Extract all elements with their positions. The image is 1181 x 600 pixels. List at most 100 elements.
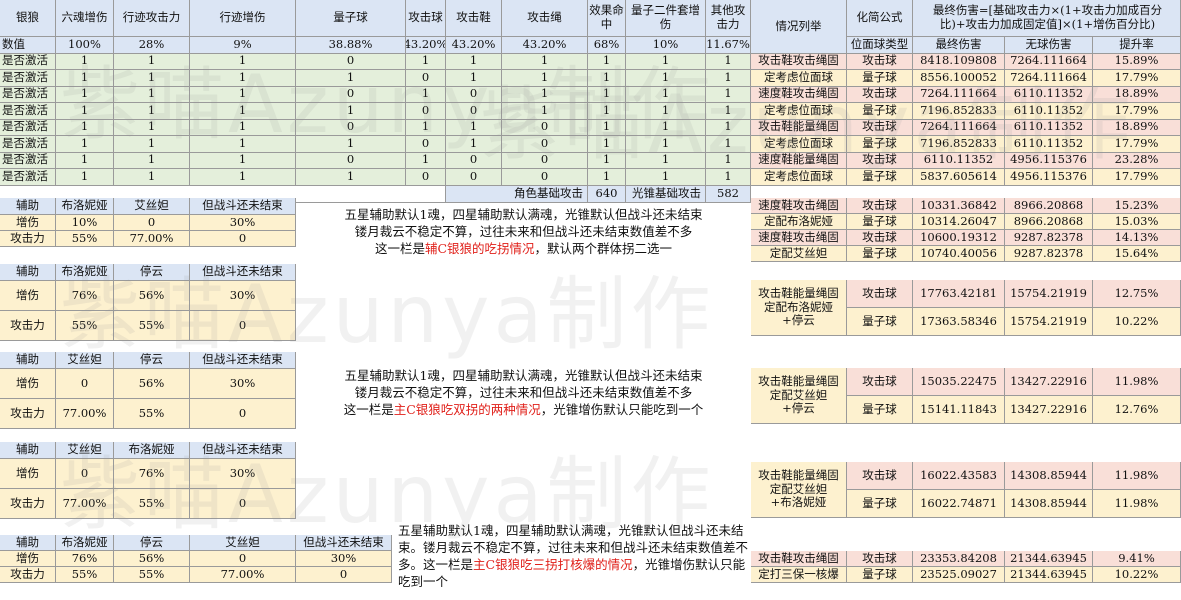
aux-header: 艾丝妲 bbox=[114, 198, 190, 215]
flag-cell: 1 bbox=[190, 53, 296, 70]
result-column-header: 无球伤害 bbox=[1005, 37, 1093, 54]
flag-cell: 1 bbox=[56, 119, 114, 136]
scenario-cell: 攻击鞋能量绳固 bbox=[751, 119, 847, 136]
noball-damage-cell: 6110.11352 bbox=[1005, 86, 1093, 103]
note-line: 这一栏是辅C银狼的吃拐情况，默认两个群体拐二选一 bbox=[296, 240, 751, 257]
flag-cell: 1 bbox=[706, 152, 751, 169]
flag-cell: 1 bbox=[446, 53, 502, 70]
scenario-cell: 定考虑位面球 bbox=[751, 70, 847, 87]
note-line: 五星辅助默认1魂，四星辅助默认满魂，光锥默认但战斗还未结束 bbox=[344, 207, 703, 222]
flag-cell: 1 bbox=[406, 119, 446, 136]
rate-cell: 18.89% bbox=[1093, 86, 1181, 103]
aux-cell: 77.00% bbox=[56, 489, 114, 519]
flag-cell: 0 bbox=[502, 169, 588, 186]
final-damage-cell: 5837.605614 bbox=[913, 169, 1005, 186]
column-header: 效果命中 bbox=[588, 0, 626, 37]
aux-cell: 增伤 bbox=[0, 281, 56, 311]
final-damage-cell: 7196.852833 bbox=[913, 136, 1005, 153]
final-damage-cell: 7264.111664 bbox=[913, 86, 1005, 103]
note-fragment: ，默认两个群体拐二选一 bbox=[534, 241, 673, 256]
flag-cell: 1 bbox=[626, 70, 706, 87]
flag-cell: 0 bbox=[446, 152, 502, 169]
column-header: 其他攻击力 bbox=[706, 0, 751, 37]
column-header: 行迹攻击力 bbox=[114, 0, 190, 37]
flag-cell: 1 bbox=[190, 169, 296, 186]
aux-cell: 增伤 bbox=[0, 369, 56, 399]
value-cell: 38.88% bbox=[296, 37, 406, 54]
noball-damage-cell: 4956.115376 bbox=[1005, 169, 1093, 186]
noball-damage-cell: 14308.85944 bbox=[1005, 462, 1093, 490]
flag-cell: 1 bbox=[626, 119, 706, 136]
final-damage-cell: 10740.40056 bbox=[913, 246, 1005, 262]
value-cell: 68% bbox=[588, 37, 626, 54]
column-header: 量子二件套增伤 bbox=[626, 0, 706, 37]
ball-type-cell: 攻击球 bbox=[847, 551, 913, 567]
ball-type-cell: 量子球 bbox=[847, 214, 913, 230]
flag-cell: 1 bbox=[588, 86, 626, 103]
flag-cell: 1 bbox=[502, 70, 588, 87]
aux-cell: 55% bbox=[114, 311, 190, 341]
noball-damage-cell: 21344.63945 bbox=[1005, 551, 1093, 567]
ball-type-cell: 量子球 bbox=[847, 396, 913, 424]
flag-cell: 1 bbox=[56, 70, 114, 87]
scenario-cell: 定配艾丝妲 bbox=[751, 246, 847, 262]
row-label: 数值 bbox=[0, 37, 56, 54]
scenario-line: +布洛妮娅 bbox=[770, 495, 827, 510]
char-base-atk-label: 角色基础攻击 bbox=[446, 185, 588, 203]
row-label: 是否激活 bbox=[0, 103, 56, 120]
rate-cell: 15.23% bbox=[1093, 198, 1181, 214]
rate-cell: 17.79% bbox=[1093, 136, 1181, 153]
aux-cell: 77.00% bbox=[56, 399, 114, 429]
aux-cell: 攻击力 bbox=[0, 399, 56, 429]
value-cell: 9% bbox=[190, 37, 296, 54]
aux-header: 辅助 bbox=[0, 264, 56, 281]
flag-cell: 1 bbox=[114, 103, 190, 120]
aux-cell: 0 bbox=[190, 311, 296, 341]
ball-type-cell: 量子球 bbox=[847, 567, 913, 583]
aux-cell: 56% bbox=[114, 369, 190, 399]
rate-cell: 18.89% bbox=[1093, 119, 1181, 136]
ball-type-cell: 攻击球 bbox=[847, 198, 913, 214]
scenario-line: +停云 bbox=[782, 401, 815, 416]
flag-cell: 1 bbox=[296, 103, 406, 120]
scenario-cell: 定考虑位面球 bbox=[751, 103, 847, 120]
flag-cell: 0 bbox=[296, 152, 406, 169]
rate-cell: 15.64% bbox=[1093, 246, 1181, 262]
final-damage-cell: 6110.11352 bbox=[913, 152, 1005, 169]
ball-type-cell: 量子球 bbox=[847, 103, 913, 120]
aux-header: 艾丝妲 bbox=[56, 352, 114, 369]
flag-cell: 1 bbox=[626, 152, 706, 169]
flag-cell: 1 bbox=[56, 136, 114, 153]
scenario-cell: 攻击鞋能量绳固 定配艾丝妲 +停云 bbox=[751, 368, 847, 424]
final-damage-cell: 16022.43583 bbox=[913, 462, 1005, 490]
final-damage-cell: 17763.42181 bbox=[913, 280, 1005, 308]
flag-cell: 1 bbox=[588, 119, 626, 136]
rate-cell: 11.98% bbox=[1093, 490, 1181, 518]
column-header: 行迹增伤 bbox=[190, 0, 296, 37]
aux-cell: 55% bbox=[56, 231, 114, 247]
rate-cell: 12.75% bbox=[1093, 280, 1181, 308]
aux-cell: 0 bbox=[114, 215, 190, 231]
note-text: 五星辅助默认1魂，四星辅助默认满魂，光锥默认但战斗还未结束。镂月裁云不稳定不算，… bbox=[392, 522, 752, 590]
flag-cell: 1 bbox=[502, 53, 588, 70]
noball-damage-cell: 15754.21919 bbox=[1005, 308, 1093, 336]
aux-header: 艾丝妲 bbox=[56, 442, 114, 459]
ball-type-cell: 攻击球 bbox=[847, 86, 913, 103]
flag-cell: 1 bbox=[406, 53, 446, 70]
aux-header: 布洛妮娅 bbox=[56, 264, 114, 281]
flag-cell: 0 bbox=[406, 103, 446, 120]
char-base-atk-value: 640 bbox=[588, 185, 626, 203]
flag-cell: 0 bbox=[296, 119, 406, 136]
aux-cell: 56% bbox=[114, 551, 190, 567]
aux-cell: 30% bbox=[190, 281, 296, 311]
flag-cell: 1 bbox=[626, 169, 706, 186]
aux-cell: 0 bbox=[190, 551, 296, 567]
aux-cell: 30% bbox=[190, 459, 296, 489]
flag-cell: 1 bbox=[502, 103, 588, 120]
result-column-header: 提升率 bbox=[1093, 37, 1181, 54]
aux-cell: 0 bbox=[56, 459, 114, 489]
row-label: 是否激活 bbox=[0, 70, 56, 87]
aux-header: 但战斗还未结束 bbox=[190, 264, 296, 281]
ball-type-cell: 量子球 bbox=[847, 246, 913, 262]
ball-type-cell: 量子球 bbox=[847, 169, 913, 186]
